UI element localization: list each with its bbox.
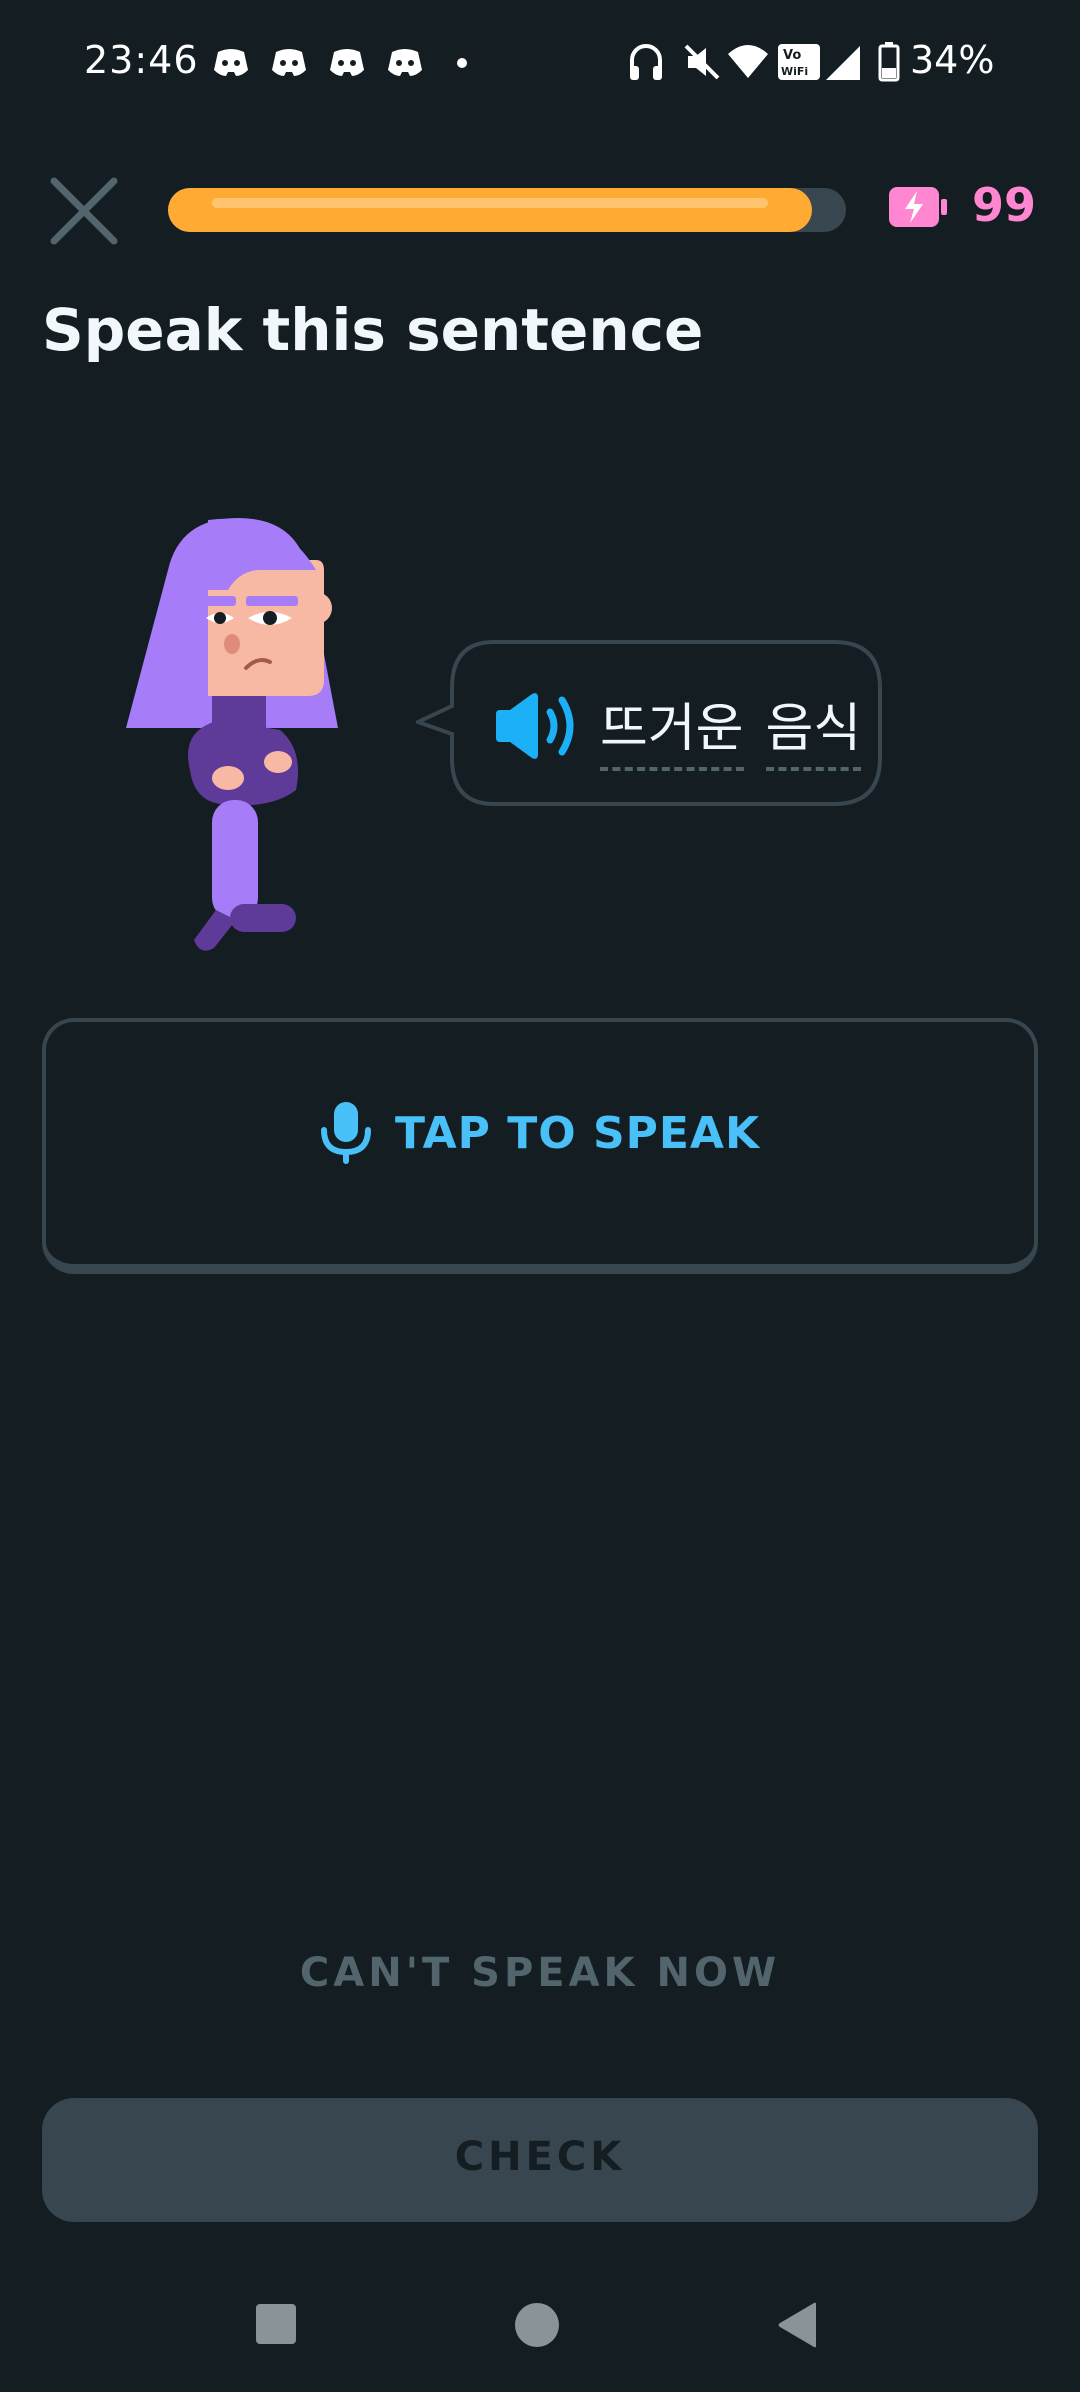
- vowifi-icon: Vo WiFi: [778, 44, 820, 80]
- cant-speak-now-button[interactable]: CAN'T SPEAK NOW: [0, 1950, 1080, 1996]
- tap-to-speak-content: TAP TO SPEAK: [46, 1100, 1034, 1166]
- energy-count: 99: [972, 178, 1037, 232]
- more-notifications-dot: [457, 58, 467, 68]
- microphone-icon: [320, 1102, 371, 1164]
- tap-to-speak-label: TAP TO SPEAK: [394, 1107, 761, 1159]
- sentence-word[interactable]: 음식: [765, 686, 862, 771]
- back-icon[interactable]: [776, 2302, 820, 2348]
- speaker-icon[interactable]: [492, 692, 578, 760]
- svg-text:Vo: Vo: [783, 48, 801, 63]
- sentence-text: 뜨거운 음식: [600, 686, 883, 771]
- battery-percent: 34%: [910, 38, 995, 82]
- sentence-word[interactable]: 뜨거운: [600, 686, 744, 771]
- home-icon[interactable]: [514, 2302, 560, 2348]
- discord-icon: [214, 49, 248, 76]
- lesson-progress-bar: [168, 188, 846, 232]
- signal-icon: [826, 46, 860, 80]
- lesson-progress-shine: [212, 198, 769, 208]
- discord-icon: [272, 49, 306, 76]
- speech-bubble: 뜨거운 음식: [416, 640, 882, 806]
- discord-icon: [330, 49, 364, 76]
- headphones-icon: [630, 44, 662, 80]
- character-illustration: [126, 518, 338, 951]
- energy-battery-icon[interactable]: [887, 185, 949, 229]
- status-time: 23:46: [84, 38, 199, 82]
- recent-apps-icon[interactable]: [254, 2302, 298, 2346]
- close-icon[interactable]: [48, 175, 120, 247]
- discord-icon: [388, 49, 422, 76]
- prompt-title: Speak this sentence: [42, 296, 704, 364]
- battery-icon: [878, 42, 900, 82]
- check-button-label: CHECK: [454, 2134, 626, 2180]
- tap-to-speak-button[interactable]: TAP TO SPEAK: [42, 1018, 1038, 1274]
- mute-icon: [684, 44, 720, 80]
- svg-text:WiFi: WiFi: [781, 65, 808, 78]
- lesson-progress-fill: [168, 188, 813, 232]
- wifi-icon: [728, 45, 768, 78]
- check-button[interactable]: CHECK: [42, 2098, 1038, 2222]
- status-bar: 23:46 Vo WiFi 34%: [0, 0, 1080, 130]
